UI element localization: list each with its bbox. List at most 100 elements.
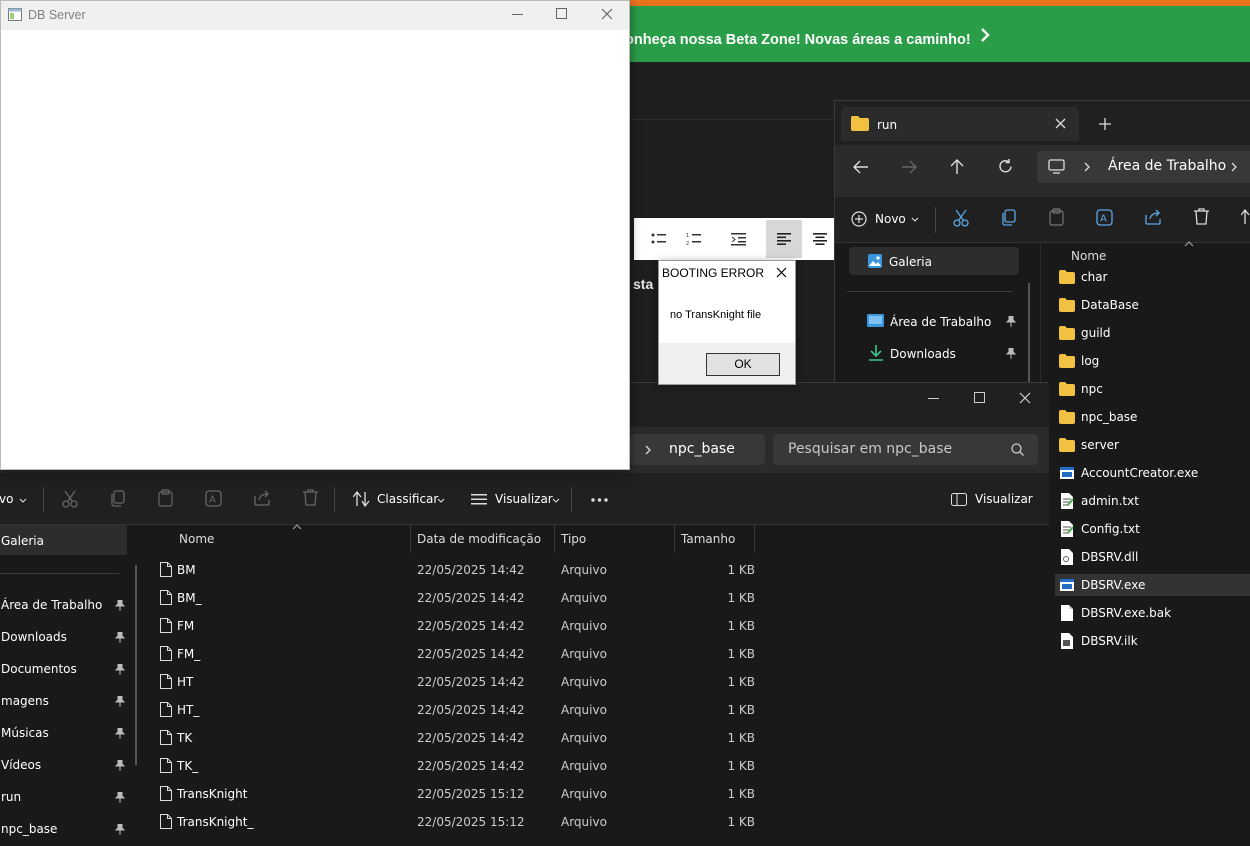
bullet-list-icon[interactable]: [651, 232, 667, 246]
file-row[interactable]: DataBase: [1059, 294, 1250, 316]
nav-item[interactable]: Galeria: [1, 533, 127, 551]
file-row[interactable]: HT 22/05/2025 14:42 Arquivo 1 KB: [147, 667, 757, 695]
file-type: Arquivo: [561, 731, 607, 745]
rename-icon[interactable]: A: [205, 490, 222, 507]
numbered-list-icon[interactable]: 12: [686, 232, 702, 246]
breadcrumb-item[interactable]: npc_base: [669, 441, 735, 457]
ok-button[interactable]: OK: [706, 353, 780, 376]
minimize-icon[interactable]: [928, 398, 939, 400]
cut-icon[interactable]: [953, 209, 969, 227]
file-row[interactable]: admin.txt: [1059, 490, 1250, 512]
delete-icon[interactable]: [1194, 208, 1209, 225]
file-row[interactable]: TransKnight 22/05/2025 15:12 Arquivo 1 KB: [147, 779, 757, 807]
column-header-date[interactable]: Data de modificação: [417, 532, 541, 546]
file-row[interactable]: DBSRV.ilk: [1059, 630, 1250, 652]
up-arrow-icon[interactable]: [950, 159, 964, 175]
file-name: TransKnight: [177, 787, 248, 801]
new-button[interactable]: Novo: [851, 209, 923, 231]
scrollbar[interactable]: [135, 565, 137, 765]
breadcrumb-item[interactable]: Área de Trabalho: [1108, 158, 1226, 174]
file-row[interactable]: DBSRV.exe.bak: [1059, 602, 1250, 624]
file-row[interactable]: BM 22/05/2025 14:42 Arquivo 1 KB: [147, 555, 757, 583]
nav-item[interactable]: npc_base: [1, 821, 127, 839]
align-center-icon[interactable]: [813, 233, 827, 245]
cut-icon[interactable]: [62, 490, 78, 508]
close-icon[interactable]: [601, 8, 613, 20]
exe-file-icon: [1060, 579, 1074, 591]
tab-run[interactable]: run: [841, 107, 1079, 141]
rename-icon[interactable]: A: [1096, 209, 1113, 226]
sort-button[interactable]: Classificar: [353, 490, 445, 510]
file-row[interactable]: TK 22/05/2025 14:42 Arquivo 1 KB: [147, 723, 757, 751]
nav-item[interactable]: Vídeos: [1, 757, 127, 775]
search-icon[interactable]: [1011, 443, 1024, 456]
close-tab-icon[interactable]: [1055, 118, 1066, 129]
file-row[interactable]: DBSRV.dll: [1059, 546, 1250, 568]
nav-item[interactable]: Músicas: [1, 725, 127, 743]
tab-strip: run: [835, 101, 1250, 145]
address-bar[interactable]: Área de Trabalho: [1037, 151, 1250, 183]
sort-icon[interactable]: [1241, 209, 1250, 225]
nav-item-downloads[interactable]: Downloads: [849, 343, 1029, 367]
file-row[interactable]: npc: [1059, 378, 1250, 400]
file-row[interactable]: FM_ 22/05/2025 14:42 Arquivo 1 KB: [147, 639, 757, 667]
copy-icon[interactable]: [110, 490, 126, 507]
file-list: Nome char DataBase guild log npc npc_baseserv…: [1040, 241, 1250, 846]
maximize-icon[interactable]: [974, 392, 985, 403]
file-row[interactable]: char: [1059, 266, 1250, 288]
close-icon[interactable]: [776, 267, 787, 278]
share-icon[interactable]: [1145, 209, 1162, 225]
share-icon[interactable]: [254, 490, 271, 506]
paste-icon[interactable]: [158, 489, 173, 507]
forward-arrow-icon[interactable]: [901, 160, 917, 174]
file-row[interactable]: TransKnight_ 22/05/2025 15:12 Arquivo 1 KB: [147, 807, 757, 835]
column-header-name[interactable]: Nome: [1071, 249, 1106, 263]
maximize-icon[interactable]: [556, 8, 567, 19]
file-row[interactable]: log: [1059, 350, 1250, 372]
copy-icon[interactable]: [1001, 209, 1017, 226]
navigation-pane: Galeria Área de Trabalho Downloads Document…: [0, 525, 137, 846]
file-row[interactable]: FM 22/05/2025 14:42 Arquivo 1 KB: [147, 611, 757, 639]
new-tab-icon[interactable]: [1099, 118, 1111, 130]
delete-icon[interactable]: [303, 489, 318, 506]
address-bar[interactable]: npc_base: [630, 434, 765, 465]
back-arrow-icon[interactable]: [853, 160, 869, 174]
chevron-down-icon: [552, 498, 560, 503]
column-header-type[interactable]: Tipo: [561, 532, 586, 546]
new-button[interactable]: vo: [0, 491, 31, 509]
file-name: AccountCreator.exe: [1081, 466, 1199, 480]
nav-item[interactable]: run: [1, 789, 127, 807]
paste-icon[interactable]: [1049, 208, 1064, 226]
search-input[interactable]: Pesquisar em npc_base: [788, 441, 952, 457]
chevron-right-icon: [645, 445, 651, 455]
file-row[interactable]: guild: [1059, 322, 1250, 344]
file-row[interactable]: HT_ 22/05/2025 14:42 Arquivo 1 KB: [147, 695, 757, 723]
view-button[interactable]: Visualizar: [471, 490, 561, 510]
chevron-down-icon: [911, 217, 919, 222]
file-row[interactable]: TK_ 22/05/2025 14:42 Arquivo 1 KB: [147, 751, 757, 779]
more-options-icon[interactable]: [591, 498, 608, 502]
align-left-button[interactable]: [766, 220, 802, 258]
minimize-icon[interactable]: [512, 14, 523, 16]
column-header-name[interactable]: Nome: [179, 532, 214, 546]
indent-icon[interactable]: [731, 232, 747, 246]
close-icon[interactable]: [1019, 392, 1031, 404]
nav-item[interactable]: magens: [1, 693, 127, 711]
nav-item[interactable]: Downloads: [1, 629, 127, 647]
file-row[interactable]: AccountCreator.exe: [1059, 462, 1250, 484]
column-header-size[interactable]: Tamanho: [681, 532, 735, 546]
search-box[interactable]: Pesquisar em npc_base: [773, 434, 1038, 465]
title-bar: DB Server: [1, 1, 629, 30]
nav-item[interactable]: Documentos: [1, 661, 127, 679]
nav-item[interactable]: Área de Trabalho: [1, 597, 127, 615]
file-row[interactable]: Config.txt: [1059, 518, 1250, 540]
nav-item-galeria[interactable]: Galeria: [849, 247, 1019, 275]
details-pane-button[interactable]: Visualizar: [951, 490, 1033, 510]
nav-item-area-de-trabalho[interactable]: Área de Trabalho: [849, 311, 1029, 335]
file-row[interactable]: DBSRV.exe: [1055, 574, 1250, 596]
file-date: 22/05/2025 14:42: [417, 647, 525, 661]
refresh-icon[interactable]: [998, 159, 1013, 174]
file-row[interactable]: npc_base: [1059, 406, 1250, 428]
file-row[interactable]: BM_ 22/05/2025 14:42 Arquivo 1 KB: [147, 583, 757, 611]
file-row[interactable]: server: [1059, 434, 1250, 456]
